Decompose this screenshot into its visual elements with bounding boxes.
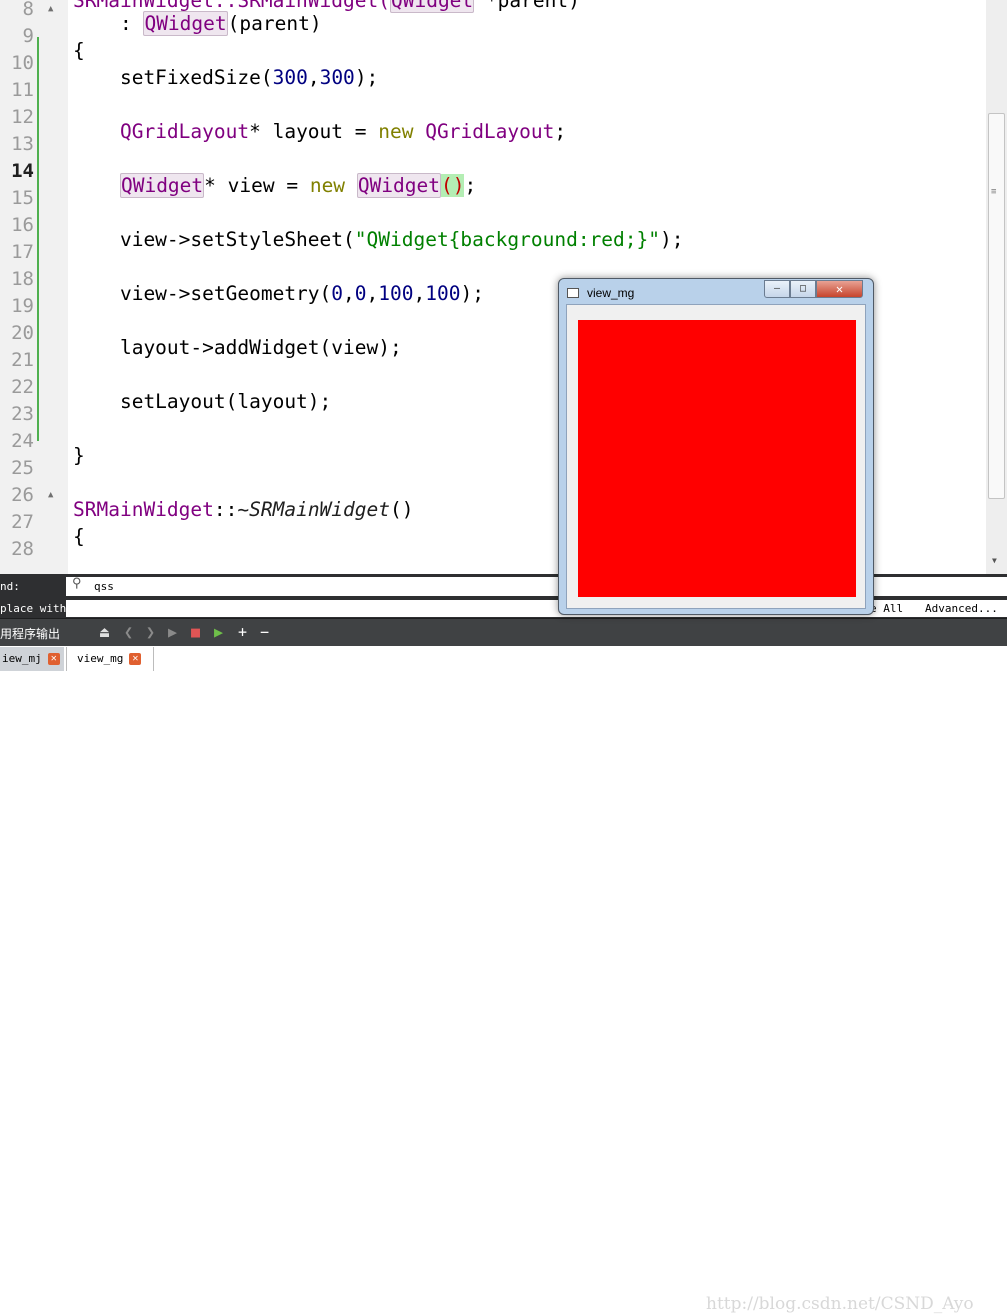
close-tab-icon[interactable]: ✕ [47, 653, 60, 665]
code-line: view->setGeometry(0,0,100,100); [73, 282, 484, 305]
scrollbar-thumb[interactable] [988, 113, 1005, 499]
line-number: 16 [11, 214, 34, 236]
line-number: 11 [11, 79, 34, 101]
vertical-scrollbar[interactable]: ≡ ▼ [986, 0, 1007, 574]
maximize-button[interactable]: □ [790, 280, 816, 298]
fold-marker-icon[interactable]: ▲ [48, 0, 53, 23]
line-number: 22 [11, 376, 34, 398]
fold-marker-icon[interactable]: ▲ [48, 482, 53, 509]
line-number: 20 [11, 322, 34, 344]
window-title: view_mg [587, 286, 635, 300]
output-pane-title: 用程序输出 [0, 627, 61, 641]
tab-view-mj[interactable]: iew_mj ✕ [0, 647, 64, 671]
code-line: SRMainWidget::~SRMainWidget() [73, 498, 414, 521]
line-number: 24 [11, 430, 34, 452]
line-number: 12 [11, 106, 34, 128]
line-number-current: 14 [11, 160, 34, 182]
view-mg-window[interactable]: view_mg — □ ✕ [558, 278, 874, 615]
code-line: setLayout(layout); [73, 390, 332, 413]
code-line: QGridLayout* layout = new QGridLayout; [119, 120, 567, 143]
line-number: 27 [11, 511, 34, 533]
previous-icon[interactable]: ❮ [124, 623, 133, 641]
replace-label: place with: [0, 602, 73, 615]
scroll-down-arrow-icon[interactable]: ▼ [992, 556, 997, 565]
code-line: } [73, 444, 85, 467]
tab-view-mg[interactable]: view_mg ✕ [66, 647, 154, 671]
red-view-widget [578, 320, 856, 597]
line-number: 10 [11, 52, 34, 74]
line-number: 9 [22, 25, 34, 47]
minimize-button[interactable]: — [764, 280, 790, 298]
output-pane-toolbar: 用程序输出 ⏏ ❮ ❯ ▶ ■ ▶ + − [0, 618, 1007, 646]
line-number: 18 [11, 268, 34, 290]
close-button[interactable]: ✕ [816, 280, 863, 298]
line-number: 28 [11, 538, 34, 560]
rerun-icon[interactable]: ▶ [214, 623, 223, 641]
tab-label: iew_mj [2, 652, 42, 665]
zoom-in-icon[interactable]: + [238, 623, 247, 641]
code-line: setFixedSize(300,300); [73, 66, 379, 89]
tab-label: view_mg [77, 652, 124, 665]
run-icon[interactable]: ▶ [168, 623, 177, 641]
code-line: layout->addWidget(view); [73, 336, 402, 359]
line-number: 26 [11, 484, 34, 506]
stop-icon[interactable]: ■ [191, 623, 200, 641]
change-indicator-bar [37, 37, 39, 441]
attach-debugger-icon[interactable]: ⏏ [100, 623, 109, 641]
code-line: view->setStyleSheet("QWidget{background:… [73, 228, 684, 251]
window-app-icon [567, 288, 579, 298]
line-number: 15 [11, 187, 34, 209]
matching-parens: () [441, 174, 465, 197]
line-number: 19 [11, 295, 34, 317]
output-tabs: iew_mj ✕ view_mg ✕ http://blog.csdn.net/CS… [0, 646, 1007, 1314]
replace-all-button[interactable]: e All [870, 602, 903, 615]
find-query: qss [94, 580, 114, 593]
line-number: 8 [22, 0, 34, 20]
line-number: 25 [11, 457, 34, 479]
next-icon[interactable]: ❯ [146, 623, 155, 641]
advanced-button[interactable]: Advanced... [925, 602, 998, 615]
code-line-current: QWidget* view = new QWidget(); [119, 173, 477, 198]
code-line: { [73, 525, 85, 548]
grip-icon: ≡ [991, 187, 997, 197]
close-icon[interactable]: ✕ [980, 575, 990, 595]
zoom-out-icon[interactable]: − [260, 623, 269, 641]
line-number: 21 [11, 349, 34, 371]
code-line: { [73, 39, 85, 62]
line-number: 17 [11, 241, 34, 263]
find-label: nd: [0, 580, 20, 593]
line-number: 23 [11, 403, 34, 425]
close-tab-icon[interactable]: ✕ [129, 653, 142, 665]
code-line: : QWidget(parent) [73, 11, 322, 36]
window-client-area [566, 304, 866, 609]
search-icon[interactable]: ⚲ [72, 576, 82, 591]
line-number-gutter: 8 9 10 11 12 13 14 15 16 17 18 19 20 21 … [0, 0, 68, 574]
line-number: 13 [11, 133, 34, 155]
watermark: http://blog.csdn.net/CSND_Ayo [706, 1294, 974, 1314]
